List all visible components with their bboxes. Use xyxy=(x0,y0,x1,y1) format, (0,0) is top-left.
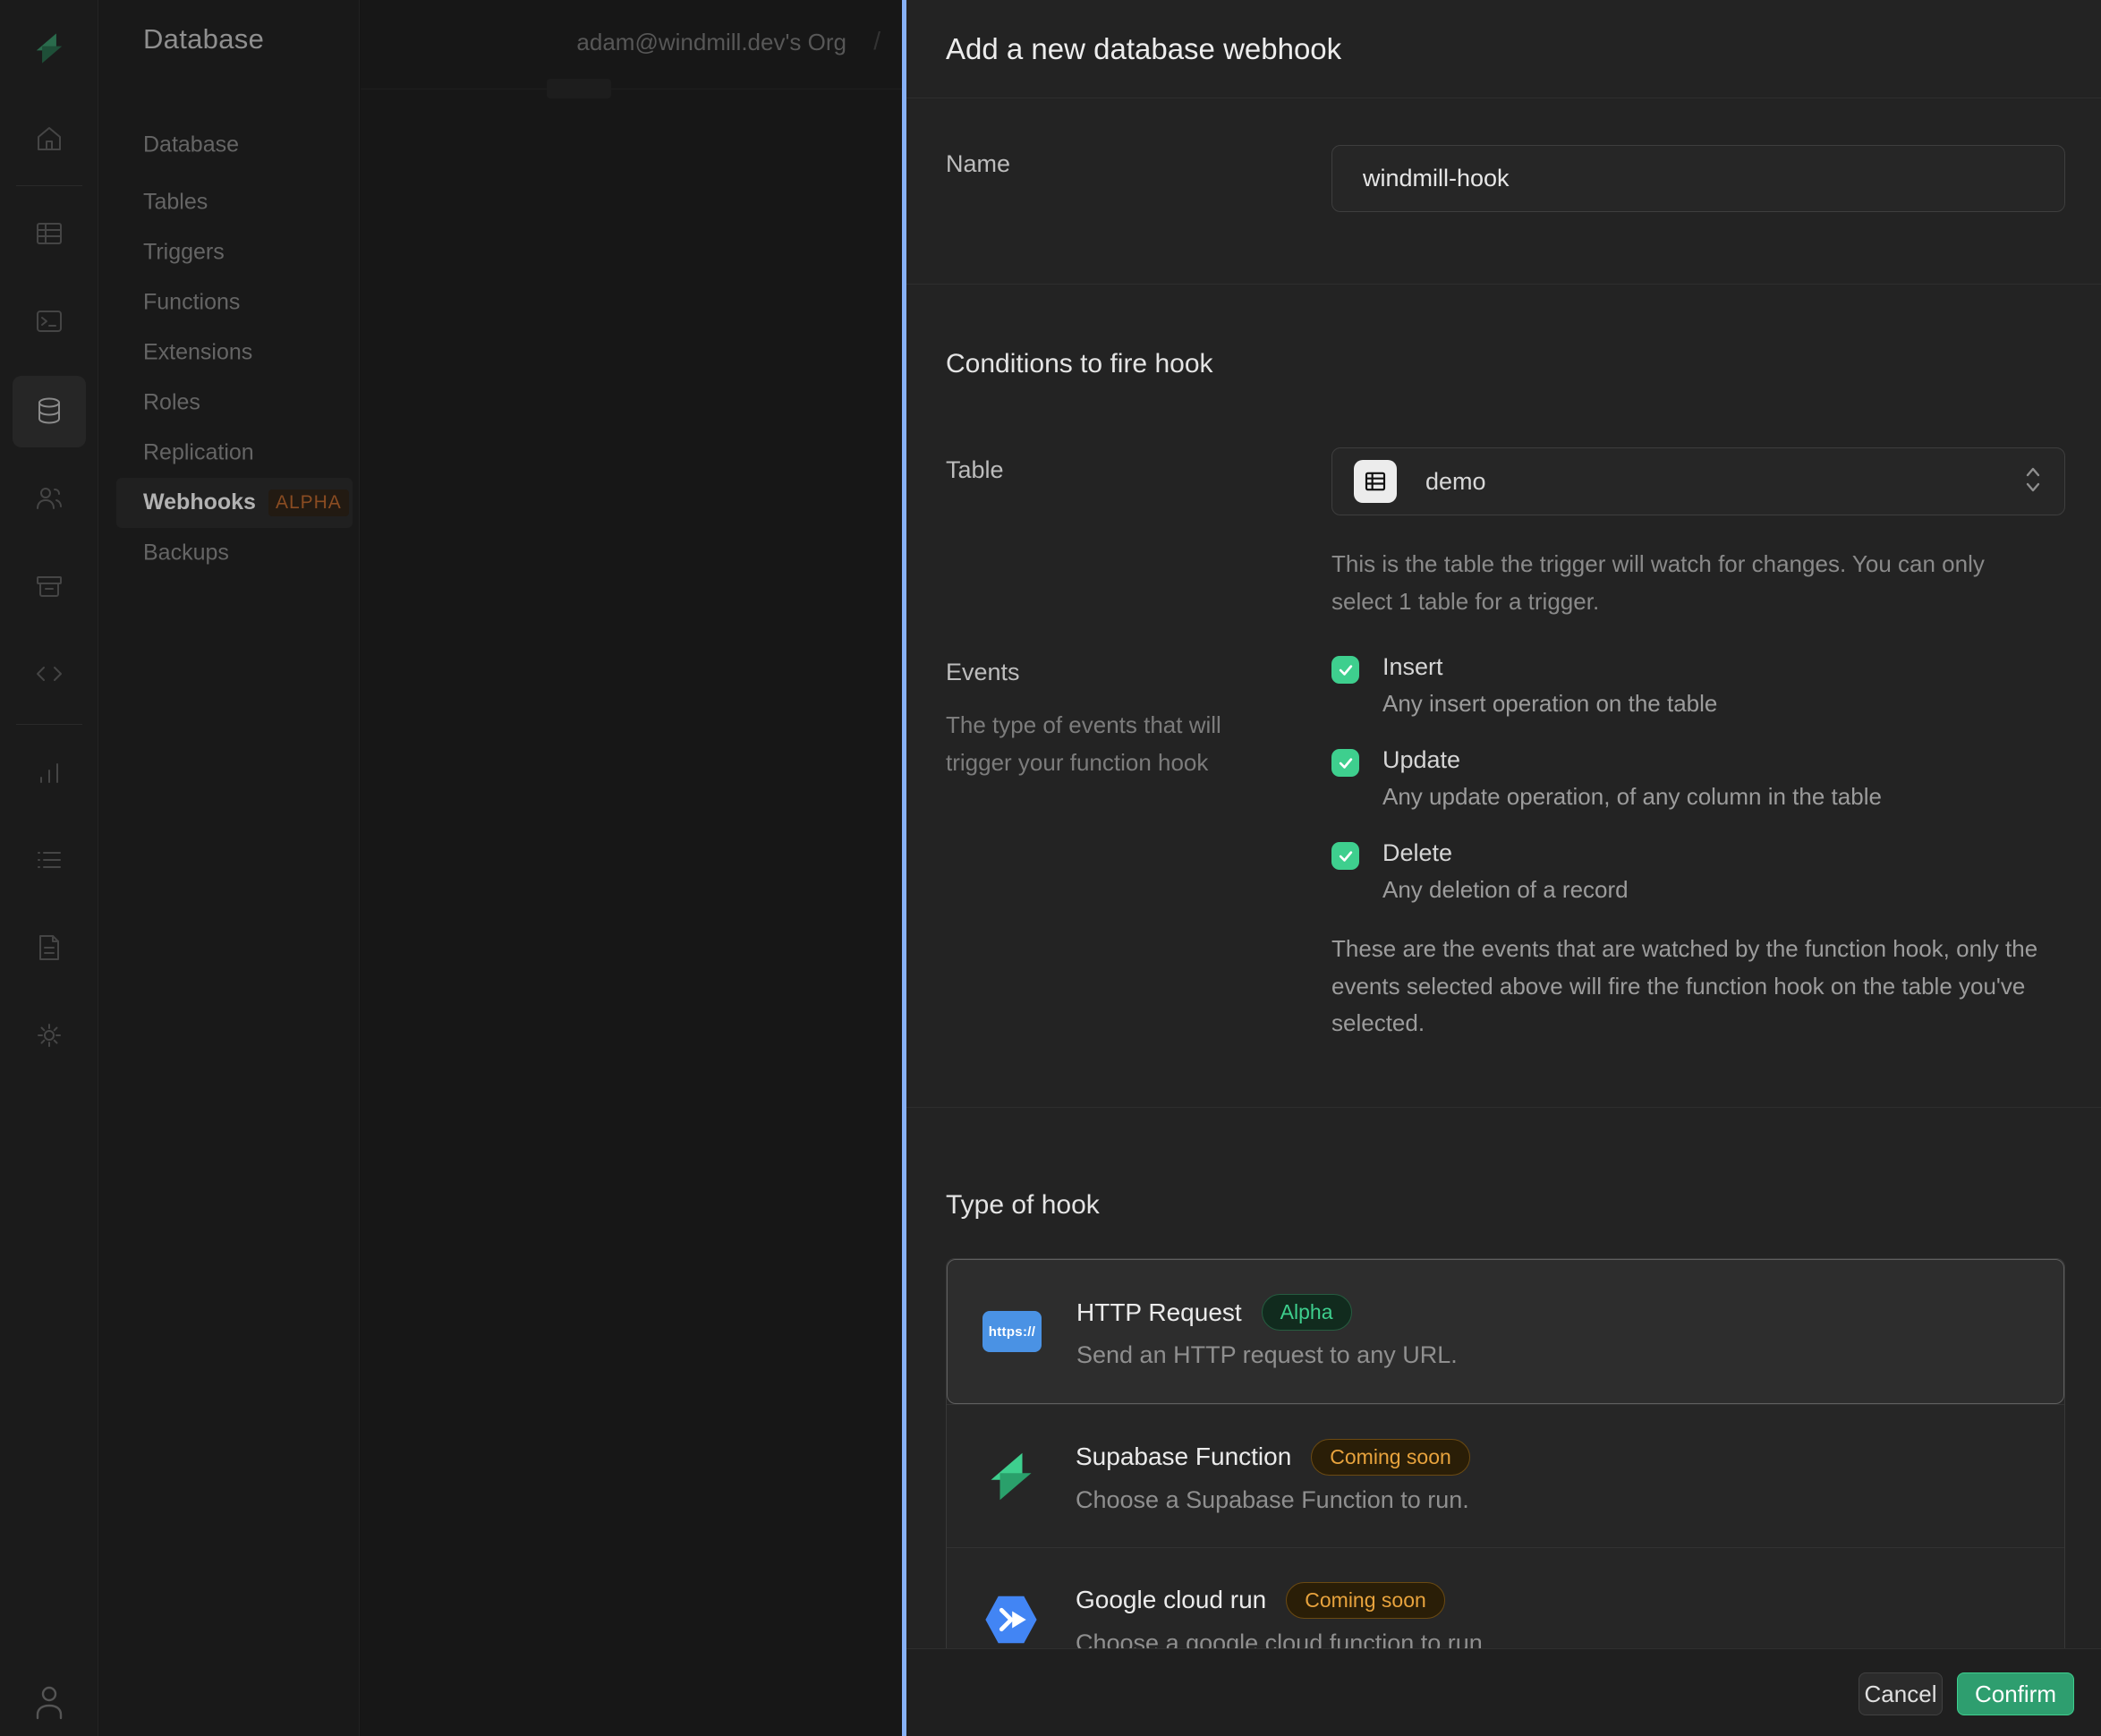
chevron-updown-icon xyxy=(2023,464,2043,500)
breadcrumb-separator: / xyxy=(873,27,880,55)
table-help-text: This is the table the trigger will watch… xyxy=(1331,546,2047,620)
update-title: Update xyxy=(1382,746,2047,774)
sidebar-item-webhooks[interactable]: WebhooksALPHA xyxy=(143,489,349,516)
icon-rail xyxy=(0,0,98,1736)
breadcrumb-bar: adam@windmill.dev's Org / xyxy=(361,0,902,89)
hook-option-title: HTTP Request xyxy=(1076,1298,1242,1327)
insert-desc: Any insert operation on the table xyxy=(1382,690,2047,718)
supabase-logo[interactable] xyxy=(32,31,66,65)
rail-divider xyxy=(16,724,82,725)
insert-title: Insert xyxy=(1382,653,2047,681)
name-input[interactable] xyxy=(1331,145,2065,212)
sidebar-item-roles[interactable]: Roles xyxy=(143,390,200,416)
sql-terminal-icon[interactable] xyxy=(32,304,66,338)
supabase-function-icon xyxy=(979,1450,1043,1503)
conditions-section: Conditions to fire hook Table demo This … xyxy=(906,285,2101,1108)
panel-title: Add a new database webhook xyxy=(946,32,1341,66)
event-option-insert: Insert Any insert operation on the table xyxy=(1331,653,2047,718)
sidebar-item-replication[interactable]: Replication xyxy=(143,440,254,466)
sidebar-item-functions[interactable]: Functions xyxy=(143,290,240,316)
sidebar-item-triggers[interactable]: Triggers xyxy=(143,240,225,266)
reports-icon[interactable] xyxy=(32,755,66,789)
hook-option-title: Google cloud run xyxy=(1076,1586,1266,1614)
loading-placeholder xyxy=(547,79,611,98)
events-help-text: The type of events that will trigger you… xyxy=(946,707,1259,781)
rail-divider xyxy=(16,185,82,186)
hook-option-http-request[interactable]: https:// HTTP Request Alpha Send an HTTP… xyxy=(947,1259,2064,1404)
coming-soon-badge: Coming soon xyxy=(1311,1439,1470,1476)
table-editor-icon[interactable] xyxy=(32,217,66,251)
alpha-badge: ALPHA xyxy=(268,489,349,516)
dimmed-content-area: adam@windmill.dev's Org / xyxy=(361,0,902,1736)
delete-desc: Any deletion of a record xyxy=(1382,876,2047,904)
delete-title: Delete xyxy=(1382,839,2047,867)
webhook-side-panel: Add a new database webhook Name Conditio… xyxy=(902,0,2101,1736)
hook-option-google-cloud-run[interactable]: Google cloud run Coming soon Choose a go… xyxy=(947,1547,2064,1648)
table-icon xyxy=(1354,460,1397,503)
hook-option-supabase-function[interactable]: Supabase Function Coming soon Choose a S… xyxy=(947,1404,2064,1547)
name-label: Name xyxy=(946,150,1010,178)
hook-type-list: https:// HTTP Request Alpha Send an HTTP… xyxy=(946,1258,2065,1648)
settings-icon[interactable] xyxy=(32,1018,66,1052)
google-cloud-run-icon xyxy=(979,1594,1043,1646)
logs-icon[interactable] xyxy=(32,843,66,877)
coming-soon-badge: Coming soon xyxy=(1286,1582,1445,1619)
hook-option-desc: Choose a Supabase Function to run. xyxy=(1076,1486,1470,1514)
event-option-delete: Delete Any deletion of a record xyxy=(1331,839,2047,904)
events-footnote: These are the events that are watched by… xyxy=(1331,931,2065,1042)
alpha-status-badge: Alpha xyxy=(1262,1294,1352,1331)
sidebar-item-extensions[interactable]: Extensions xyxy=(143,340,252,366)
update-desc: Any update operation, of any column in t… xyxy=(1382,783,2047,811)
hook-option-desc: Choose a google cloud function to run xyxy=(1076,1630,1483,1649)
type-of-hook-section: Type of hook https:// HTTP Request Alpha… xyxy=(906,1108,2101,1648)
docs-icon[interactable] xyxy=(32,931,66,965)
sidebar-item-backups[interactable]: Backups xyxy=(143,540,229,566)
delete-checkbox[interactable] xyxy=(1331,842,1359,870)
auth-users-icon[interactable] xyxy=(32,481,66,515)
sidebar-item-database[interactable]: Database xyxy=(143,132,239,158)
database-sidebar: Database Database Tables Triggers Functi… xyxy=(98,0,360,1736)
event-option-update: Update Any update operation, of any colu… xyxy=(1331,746,2047,811)
database-icon[interactable] xyxy=(32,394,66,428)
sidebar-title: Database xyxy=(143,23,264,55)
update-checkbox[interactable] xyxy=(1331,749,1359,777)
home-icon[interactable] xyxy=(32,122,66,156)
sidebar-item-tables[interactable]: Tables xyxy=(143,190,208,216)
table-select-value: demo xyxy=(1425,468,2023,496)
type-of-hook-heading: Type of hook xyxy=(946,1190,1100,1221)
breadcrumb-org[interactable]: adam@windmill.dev's Org xyxy=(576,29,846,56)
panel-header: Add a new database webhook xyxy=(906,0,2101,98)
table-label: Table xyxy=(946,456,1004,484)
storage-icon[interactable] xyxy=(32,569,66,603)
insert-checkbox[interactable] xyxy=(1331,656,1359,684)
code-icon[interactable] xyxy=(32,657,66,691)
cancel-button[interactable]: Cancel xyxy=(1859,1672,1943,1715)
name-section: Name xyxy=(906,98,2101,285)
account-icon[interactable] xyxy=(31,1682,67,1722)
conditions-heading: Conditions to fire hook xyxy=(946,349,1213,379)
https-icon: https:// xyxy=(980,1311,1044,1352)
panel-footer: Cancel Confirm xyxy=(906,1648,2101,1736)
hook-option-desc: Send an HTTP request to any URL. xyxy=(1076,1341,1458,1369)
confirm-button[interactable]: Confirm xyxy=(1957,1672,2074,1715)
table-select[interactable]: demo xyxy=(1331,447,2065,515)
hook-option-title: Supabase Function xyxy=(1076,1442,1291,1471)
events-label: Events xyxy=(946,659,1020,686)
